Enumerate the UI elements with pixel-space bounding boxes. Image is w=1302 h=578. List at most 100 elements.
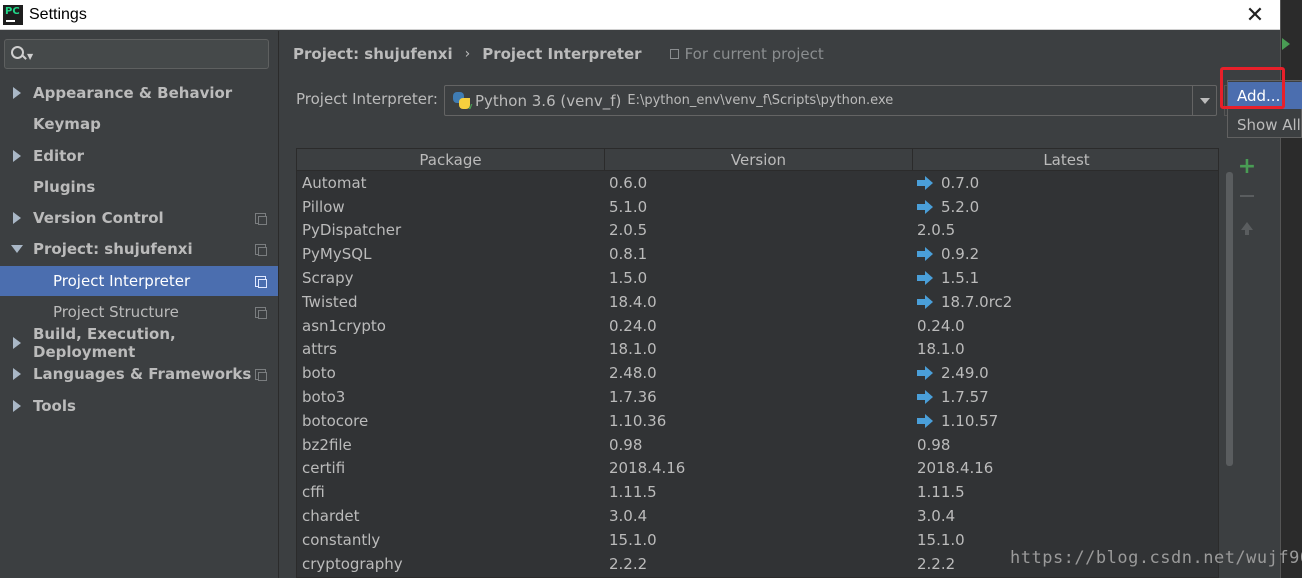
package-latest: 1.10.57	[912, 412, 1218, 430]
search-input[interactable]: ▼	[4, 39, 269, 69]
package-version: 18.4.0	[609, 292, 657, 311]
chevron-down-icon[interactable]	[0, 245, 33, 253]
minus-icon[interactable]	[1230, 182, 1264, 210]
latest-version-label: 1.5.1	[941, 269, 980, 288]
table-row[interactable]: botocore 1.10.36 1.10.57	[297, 409, 1218, 433]
column-header-package[interactable]: Package	[297, 149, 605, 171]
plus-icon[interactable]: +	[1230, 152, 1264, 180]
latest-version-label: 0.98	[917, 435, 951, 454]
package-latest: 2.0.5	[912, 221, 1218, 239]
table-row[interactable]: Twisted 18.4.0 18.7.0rc2	[297, 290, 1218, 314]
table-row[interactable]: Scrapy 1.5.0 1.5.1	[297, 266, 1218, 290]
table-row[interactable]: bz2file 0.98 0.98	[297, 433, 1218, 457]
table-row[interactable]: certifi 2018.4.16 2018.4.16	[297, 457, 1218, 481]
sidebar-item-label: Build, Execution, Deployment	[33, 325, 176, 361]
sidebar-item[interactable]: Tools	[0, 391, 278, 421]
table-row[interactable]: cffi 1.11.5 1.11.5	[297, 480, 1218, 504]
sidebar-item-label: Plugins	[33, 178, 96, 196]
package-latest: 0.24.0	[912, 317, 1218, 335]
package-name: Automat	[302, 173, 367, 192]
upgrade-icon[interactable]	[1230, 212, 1264, 240]
sidebar-item-label: Languages & Frameworks	[33, 365, 252, 383]
latest-version-label: 0.9.2	[941, 245, 980, 264]
package-version: 2018.4.16	[609, 459, 686, 478]
package-name: certifi	[302, 459, 346, 478]
package-latest: 0.7.0	[912, 174, 1218, 192]
package-latest: 1.7.57	[912, 388, 1218, 407]
column-header-version[interactable]: Version	[605, 149, 913, 171]
latest-version-label: 1.7.57	[941, 388, 989, 407]
upgrade-arrow-icon	[917, 413, 935, 428]
package-version: 2.0.5	[609, 221, 648, 240]
sidebar-item[interactable]: Languages & Frameworks	[0, 359, 278, 389]
table-row[interactable]: Automat 0.6.0 0.7.0	[297, 171, 1218, 195]
package-name: cffi	[302, 483, 325, 502]
upgrade-arrow-icon	[917, 175, 935, 190]
menu-item-show-all[interactable]: Show All...	[1228, 111, 1302, 138]
package-version: 18.1.0	[609, 340, 657, 359]
sidebar-item[interactable]: Keymap	[0, 109, 278, 139]
package-version: 1.11.5	[609, 483, 657, 502]
run-arrow-icon	[1282, 38, 1290, 50]
highlight-annotation	[1220, 67, 1285, 109]
watermark: https://blog.csdn.net/wujf90	[1010, 548, 1302, 568]
latest-version-label: 1.11.5	[917, 483, 965, 502]
table-scrollbar[interactable]	[1226, 172, 1233, 466]
upgrade-arrow-icon	[917, 271, 935, 286]
sidebar-item[interactable]: Project Interpreter	[0, 266, 278, 296]
sidebar-item[interactable]: Build, Execution, Deployment	[0, 325, 278, 361]
package-version: 1.10.36	[609, 411, 667, 430]
chevron-down-icon[interactable]	[1192, 86, 1216, 115]
chevron-right-icon[interactable]	[0, 400, 33, 412]
sidebar-item[interactable]: Plugins	[0, 172, 278, 202]
close-icon[interactable]: ✕	[1240, 0, 1270, 30]
scope-label: For current project	[684, 45, 824, 63]
chevron-right-icon[interactable]	[0, 87, 33, 99]
chevron-right-icon[interactable]	[0, 368, 33, 380]
search-icon	[11, 46, 29, 62]
interpreter-select[interactable]: V Python 3.6 (venv_f) E:\python_env\venv…	[444, 85, 1217, 116]
sidebar-item-label: Project Interpreter	[53, 272, 191, 290]
package-latest: 1.5.1	[912, 269, 1218, 288]
upgrade-arrow-icon	[917, 247, 935, 262]
sidebar-item[interactable]: Appearance & Behavior	[0, 78, 278, 108]
table-row[interactable]: boto 2.48.0 2.49.0	[297, 361, 1218, 385]
upgrade-arrow-icon	[917, 199, 935, 214]
package-name: PyMySQL	[302, 245, 372, 264]
table-row[interactable]: chardet 3.0.4 3.0.4	[297, 504, 1218, 528]
package-latest: 2.49.0	[912, 364, 1218, 382]
package-latest: 0.98	[912, 435, 1218, 454]
column-header-latest[interactable]: Latest	[913, 149, 1218, 171]
package-version: 1.5.0	[609, 269, 648, 288]
chevron-right-icon[interactable]	[0, 212, 33, 224]
table-row[interactable]: boto3 1.7.36 1.7.57	[297, 385, 1218, 409]
package-latest: 18.7.0rc2	[912, 293, 1218, 311]
package-name: Pillow	[302, 197, 345, 216]
sidebar-item[interactable]: Version Control	[0, 203, 278, 233]
package-latest: 18.1.0	[912, 340, 1218, 359]
package-latest: 3.0.4	[912, 507, 1218, 525]
sidebar-item-label: Editor	[33, 147, 84, 165]
package-version: 0.24.0	[609, 316, 657, 335]
sidebar-item[interactable]: Editor	[0, 141, 278, 171]
sidebar-item-label: Keymap	[33, 115, 101, 133]
copy-icon	[255, 244, 267, 256]
latest-version-label: 2.2.2	[917, 554, 956, 573]
table-row[interactable]: PyMySQL 0.8.1 0.9.2	[297, 242, 1218, 266]
upgrade-arrow-icon	[917, 294, 935, 309]
chevron-right-icon[interactable]	[0, 337, 33, 349]
chevron-right-icon[interactable]	[0, 150, 33, 162]
table-row[interactable]: Pillow 5.1.0 5.2.0	[297, 195, 1218, 219]
table-row[interactable]: PyDispatcher 2.0.5 2.0.5	[297, 219, 1218, 243]
sidebar-item[interactable]: Project Structure	[0, 297, 278, 327]
sidebar-item[interactable]: Project: shujufenxi	[0, 234, 278, 264]
table-row[interactable]: asn1crypto 0.24.0 0.24.0	[297, 314, 1218, 338]
table-row[interactable]: attrs 18.1.0 18.1.0	[297, 338, 1218, 362]
python-icon: V	[453, 91, 472, 111]
package-name: Scrapy	[302, 269, 354, 288]
upgrade-arrow-icon	[917, 366, 935, 381]
copy-icon	[255, 307, 267, 319]
package-latest: 0.9.2	[912, 245, 1218, 264]
latest-version-label: 18.1.0	[917, 340, 965, 359]
breadcrumb-project[interactable]: Project: shujufenxi	[293, 45, 453, 63]
